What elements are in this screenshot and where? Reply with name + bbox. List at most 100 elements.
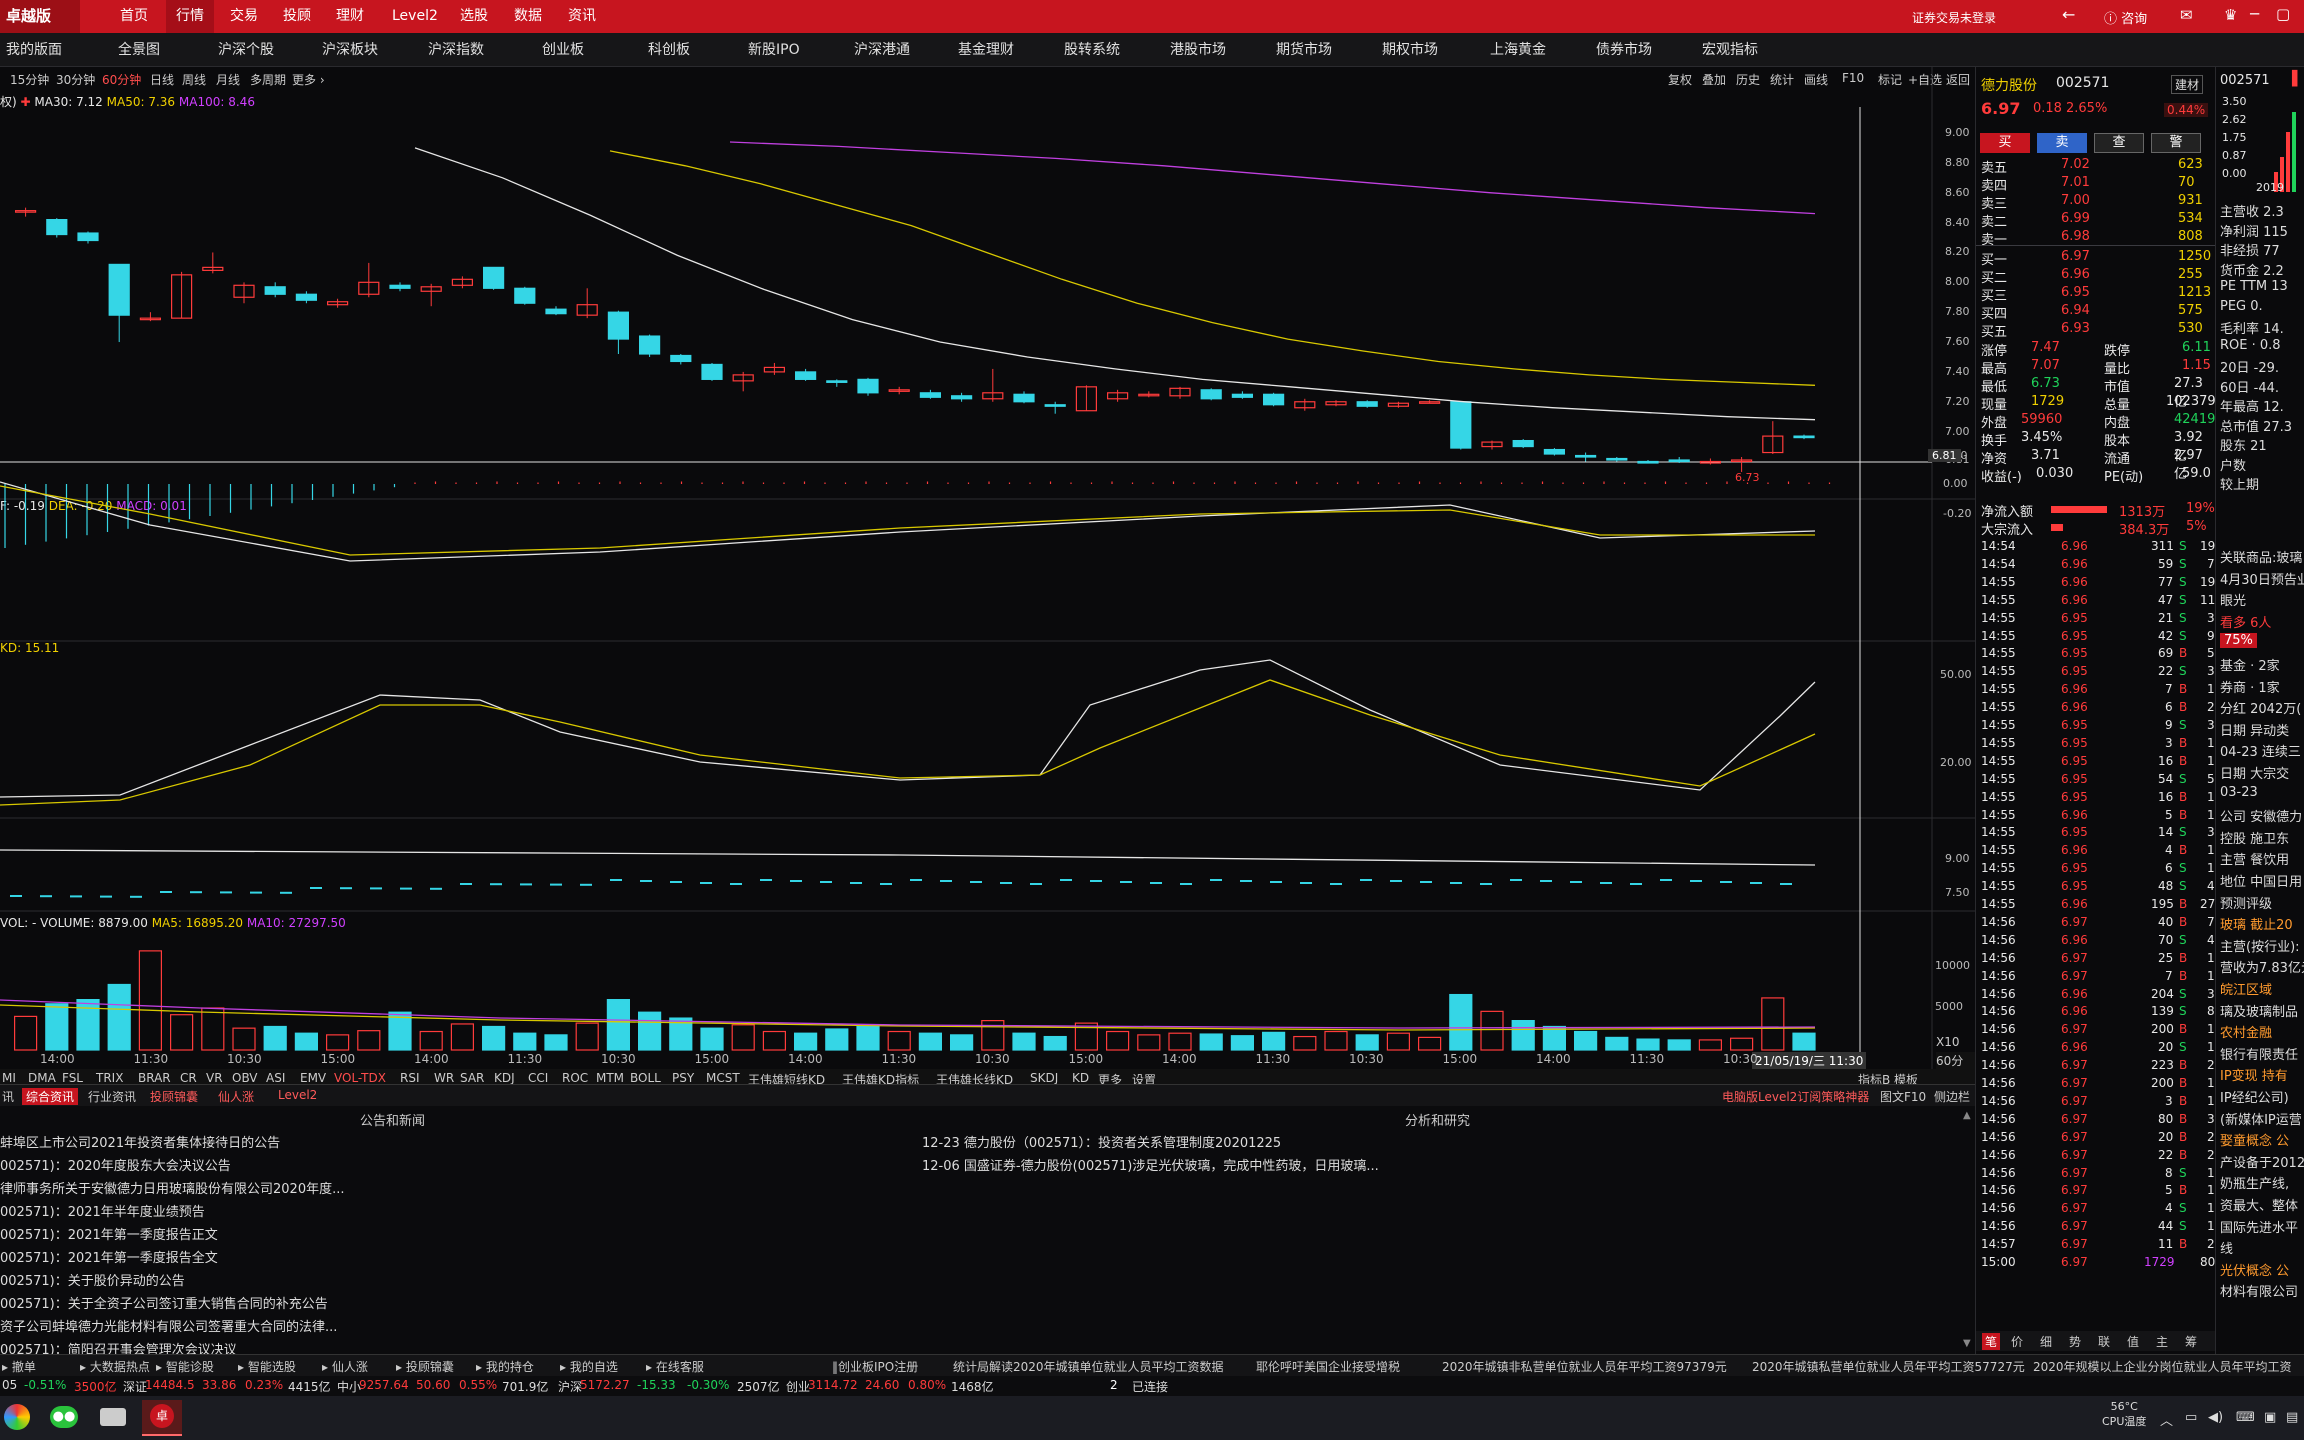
- news-scroll-down-icon[interactable]: ▼: [1963, 1338, 1971, 1349]
- indicator-tab-8[interactable]: ASI: [266, 1071, 285, 1085]
- info-tab-0[interactable]: 讯: [2, 1088, 14, 1105]
- info-tab-2[interactable]: 行业资讯: [88, 1088, 136, 1105]
- menu-2[interactable]: 交易: [220, 0, 268, 33]
- info-right-tab-0[interactable]: 电脑版Level2订阅策略神器: [1722, 1088, 1869, 1105]
- f10-extra-23[interactable]: 银行有限责任: [2220, 1044, 2298, 1063]
- ticker-headline-2[interactable]: 耶伦呼吁美国企业接受增税: [1256, 1358, 1400, 1375]
- indicator-tab-20[interactable]: MCST: [706, 1071, 740, 1085]
- status-item-2[interactable]: ▸ 智能诊股: [156, 1358, 214, 1375]
- nav-item-6[interactable]: 科创板: [648, 33, 690, 67]
- status-item-5[interactable]: ▸ 投顾锦囊: [396, 1358, 454, 1375]
- tray-expand-icon[interactable]: ︿: [2160, 1410, 2173, 1429]
- ticker-headline-5[interactable]: 2020年规模以上企业分岗位就业人员年平均工资: [2033, 1358, 2292, 1375]
- indicator-tab-5[interactable]: CR: [180, 1071, 197, 1085]
- right-tab-1[interactable]: 价: [2011, 1333, 2023, 1350]
- status-item-1[interactable]: ▸ 大数据热点: [80, 1358, 150, 1375]
- status-item-4[interactable]: ▸ 仙人涨: [322, 1358, 368, 1375]
- video-icon[interactable]: [100, 1408, 126, 1426]
- keyboard-icon[interactable]: ⌨: [2236, 1410, 2255, 1425]
- nav-item-3[interactable]: 沪深板块: [322, 33, 378, 67]
- skin-icon[interactable]: ♛: [2224, 6, 2237, 24]
- f10-extra-22[interactable]: 农村金融: [2220, 1022, 2272, 1041]
- f10-expand-icon[interactable]: ▌: [2292, 71, 2303, 87]
- mail-icon[interactable]: ✉: [2180, 6, 2193, 24]
- trade-button-1[interactable]: 卖: [2037, 133, 2087, 153]
- right-tab-0[interactable]: 笔: [1982, 1333, 2001, 1350]
- nav-item-8[interactable]: 沪深港通: [854, 33, 910, 67]
- f10-extra-20[interactable]: 皖江区域: [2220, 979, 2272, 998]
- indicator-tab-9[interactable]: EMV: [300, 1071, 326, 1085]
- indicator-tab-16[interactable]: ROC: [562, 1071, 588, 1085]
- indicator-tab-3[interactable]: TRIX: [96, 1071, 123, 1085]
- status-item-0[interactable]: ▸ 撤单: [2, 1358, 36, 1375]
- status-item-7[interactable]: ▸ 我的自选: [560, 1358, 618, 1375]
- right-tab-2[interactable]: 细: [2040, 1333, 2052, 1350]
- indicator-tab-25[interactable]: KD: [1072, 1071, 1089, 1085]
- f10-extra-30[interactable]: 资最大、整体: [2220, 1195, 2298, 1214]
- news-item-6[interactable]: 002571)：关于股价异动的公告: [0, 1270, 185, 1289]
- indicator-tab-24[interactable]: SKDJ: [1030, 1071, 1058, 1085]
- indicator-tab-0[interactable]: MI: [2, 1071, 16, 1085]
- menu-8[interactable]: 资讯: [558, 0, 606, 33]
- right-tab-6[interactable]: 主: [2156, 1333, 2168, 1350]
- nav-item-4[interactable]: 沪深指数: [428, 33, 484, 67]
- news-item-7[interactable]: 002571)：关于全资子公司签订重大销售合同的补充公告: [0, 1293, 328, 1312]
- nav-item-16[interactable]: 宏观指标: [1702, 33, 1758, 67]
- nav-item-2[interactable]: 沪深个股: [218, 33, 274, 67]
- right-tab-7[interactable]: 筹: [2185, 1333, 2197, 1350]
- news-item-1[interactable]: 002571)：2020年度股东大会决议公告: [0, 1155, 231, 1174]
- login-status[interactable]: 证券交易未登录: [1912, 9, 1996, 26]
- ticker-headline-4[interactable]: 2020年城镇私营单位就业人员年平均工资57727元: [1752, 1358, 2025, 1375]
- info-tab-1[interactable]: 综合资讯: [22, 1088, 79, 1105]
- chart-canvas[interactable]: [0, 67, 1975, 1077]
- consult-button[interactable]: ⓘ 咨询: [2104, 8, 2147, 27]
- news-item-5[interactable]: 002571)：2021年第一季度报告全文: [0, 1247, 218, 1266]
- index-3-field-0[interactable]: 沪深: [558, 1378, 582, 1395]
- trade-button-0[interactable]: 买: [1980, 133, 2030, 153]
- f10-extra-16[interactable]: 预测评级: [2220, 893, 2272, 912]
- trade-button-3[interactable]: 警: [2151, 133, 2201, 153]
- nav-item-11[interactable]: 港股市场: [1170, 33, 1226, 67]
- news-item-3[interactable]: 002571)：2021年半年度业绩预告: [0, 1201, 205, 1220]
- status-item-6[interactable]: ▸ 我的持仓: [476, 1358, 534, 1375]
- news-scroll-up-icon[interactable]: ▲: [1963, 1110, 1971, 1121]
- chrome-icon[interactable]: [4, 1404, 30, 1430]
- indicator-tab-12[interactable]: WR: [434, 1071, 454, 1085]
- f10-extra-34[interactable]: 材料有限公司: [2220, 1281, 2298, 1300]
- menu-1[interactable]: 行情: [166, 0, 214, 33]
- index-2-field-0[interactable]: 中小: [337, 1378, 361, 1395]
- indicator-tab-14[interactable]: KDJ: [494, 1071, 515, 1085]
- news-item-2[interactable]: 律师事务所关于安徽德力日用玻璃股份有限公司2020年度...: [0, 1178, 344, 1197]
- notification-icon[interactable]: ▤: [2286, 1410, 2298, 1425]
- f10-extra-32[interactable]: 线: [2220, 1238, 2233, 1257]
- f10-extra-18[interactable]: 主营(按行业):: [2220, 936, 2300, 955]
- research-item-0[interactable]: 12-23 德力股份（002571）：投资者关系管理制度20201225: [922, 1132, 1281, 1151]
- news-item-8[interactable]: 资子公司蚌埠德力光能材料有限公司签署重大合同的法律...: [0, 1316, 337, 1335]
- info-tab-5[interactable]: Level2: [278, 1088, 317, 1102]
- info-tab-4[interactable]: 仙人涨: [218, 1088, 254, 1105]
- info-tab-3[interactable]: 投顾锦囊: [150, 1088, 198, 1105]
- menu-0[interactable]: 首页: [110, 0, 158, 33]
- menu-6[interactable]: 选股: [450, 0, 498, 33]
- index-0-field-0[interactable]: 05: [2, 1378, 17, 1392]
- right-tab-3[interactable]: 势: [2069, 1333, 2081, 1350]
- chat-icon[interactable]: ▣: [2264, 1410, 2276, 1425]
- ticker-headline-1[interactable]: 统计局解读2020年城镇单位就业人员平均工资数据: [953, 1358, 1224, 1375]
- kline-chart-area[interactable]: 15分钟 30分钟 60分钟 日线 周线 月线 多周期 更多 › 复权 叠加 历史 统计 画线 F10 标…: [0, 67, 1975, 1089]
- menu-4[interactable]: 理财: [326, 0, 374, 33]
- indicator-tab-13[interactable]: SAR: [460, 1071, 484, 1085]
- f10-extra-24[interactable]: IP变现 持有: [2220, 1065, 2288, 1084]
- nav-item-5[interactable]: 创业板: [542, 33, 584, 67]
- f10-extra-25[interactable]: IP经纪公司): [2220, 1087, 2289, 1106]
- indicator-tab-6[interactable]: VR: [206, 1071, 223, 1085]
- nav-item-15[interactable]: 债券市场: [1596, 33, 1652, 67]
- ticker-headline-0[interactable]: ‖创业板IPO注册: [832, 1358, 918, 1375]
- right-tab-5[interactable]: 值: [2127, 1333, 2139, 1350]
- nav-item-1[interactable]: 全景图: [118, 33, 160, 67]
- f10-extra-31[interactable]: 国际先进水平: [2220, 1217, 2298, 1236]
- indicator-tab-7[interactable]: OBV: [232, 1071, 258, 1085]
- f10-extra-28[interactable]: 产设备于2012: [2220, 1152, 2304, 1171]
- f10-extra-26[interactable]: (新媒体IP运营: [2220, 1109, 2302, 1128]
- nav-item-7[interactable]: 新股IPO: [748, 33, 800, 67]
- info-right-tab-1[interactable]: 图文F10: [1880, 1088, 1926, 1105]
